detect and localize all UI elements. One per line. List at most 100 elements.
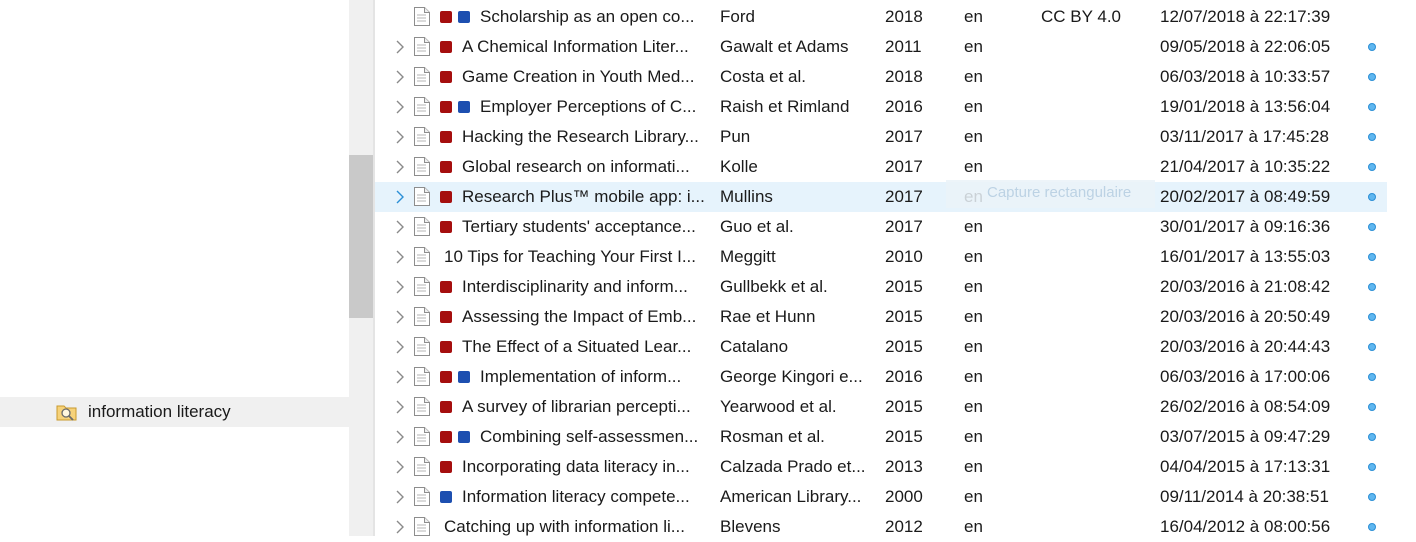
item-creator: Meggitt: [720, 247, 776, 266]
item-year: 2017: [885, 217, 923, 236]
item-date-added: 21/04/2017 à 10:35:22: [1160, 157, 1331, 176]
item-language: en: [964, 487, 983, 506]
item-title: Hacking the Research Library...: [462, 127, 699, 146]
item-language: en: [964, 427, 983, 446]
table-row[interactable]: Assessing the Impact of Emb... Rae et Hun…: [375, 302, 1387, 332]
item-title: Research Plus™ mobile app: i...: [462, 187, 705, 206]
tag-red-icon: [440, 311, 452, 323]
document-icon: [414, 427, 430, 446]
pane-splitter-scrollbar[interactable]: [349, 0, 375, 536]
tag-red-icon: [440, 161, 452, 173]
status-dot-icon: [1368, 373, 1376, 381]
table-row[interactable]: Research Plus™ mobile app: i... Mullins 20…: [375, 182, 1387, 212]
chevron-right-icon[interactable]: [395, 40, 405, 54]
item-date-added: 09/11/2014 à 20:38:51: [1160, 487, 1329, 506]
chevron-right-icon[interactable]: [395, 490, 405, 504]
chevron-right-icon[interactable]: [395, 430, 405, 444]
items-scrollbar[interactable]: [1387, 0, 1416, 536]
chevron-right-icon[interactable]: [395, 220, 405, 234]
document-icon: [414, 337, 430, 356]
table-row[interactable]: Interdisciplinarity and inform... Gullbek…: [375, 272, 1387, 302]
table-row[interactable]: A Chemical Information Liter... Gawalt et…: [375, 32, 1387, 62]
status-dot-icon: [1368, 403, 1376, 411]
chevron-right-icon[interactable]: [395, 250, 405, 264]
tag-red-icon: [440, 461, 452, 473]
document-icon: [414, 487, 430, 506]
table-row[interactable]: The Effect of a Situated Lear... Catalano…: [375, 332, 1387, 362]
document-icon: [414, 367, 430, 386]
item-year: 2017: [885, 127, 923, 146]
item-creator: Ford: [720, 7, 755, 26]
chevron-right-icon[interactable]: [395, 190, 405, 204]
table-row[interactable]: Tertiary students' acceptance... Guo et a…: [375, 212, 1387, 242]
item-date-added: 03/07/2015 à 09:47:29: [1160, 427, 1331, 446]
chevron-right-icon[interactable]: [395, 460, 405, 474]
item-creator: Mullins: [720, 187, 773, 206]
item-title: Global research on informati...: [462, 157, 690, 176]
status-dot-icon: [1368, 133, 1376, 141]
table-row[interactable]: Game Creation in Youth Med... Costa et al…: [375, 62, 1387, 92]
chevron-right-icon[interactable]: [395, 130, 405, 144]
item-title: Catching up with information li...: [444, 517, 685, 536]
chevron-right-icon[interactable]: [395, 160, 405, 174]
status-dot-icon: [1368, 493, 1376, 501]
item-language: en: [964, 127, 983, 146]
status-dot-icon: [1368, 43, 1376, 51]
document-icon: [414, 307, 430, 326]
item-year: 2015: [885, 307, 923, 326]
chevron-right-icon[interactable]: [395, 310, 405, 324]
table-row[interactable]: Information literacy compete... American …: [375, 482, 1387, 512]
chevron-right-icon[interactable]: [395, 280, 405, 294]
item-year: 2012: [885, 517, 923, 536]
tag-red-icon: [440, 101, 452, 113]
item-title: Incorporating data literacy in...: [462, 457, 690, 476]
item-year: 2016: [885, 97, 923, 116]
status-dot-icon: [1368, 523, 1376, 531]
status-dot-icon: [1368, 313, 1376, 321]
item-creator: Kolle: [720, 157, 758, 176]
item-creator: American Library...: [720, 487, 862, 506]
tag-red-icon: [440, 41, 452, 53]
collection-item-information-literacy[interactable]: information literacy: [0, 397, 349, 427]
table-row[interactable]: Scholarship as an open co... Ford 2018 en CC…: [375, 2, 1387, 32]
table-row[interactable]: Catching up with information li... Bleven…: [375, 512, 1387, 542]
item-creator: Gullbekk et al.: [720, 277, 828, 296]
collections-pane: information literacy: [0, 0, 349, 536]
item-date-added: 09/05/2018 à 22:06:05: [1160, 37, 1331, 56]
chevron-right-icon[interactable]: [395, 70, 405, 84]
chevron-right-icon[interactable]: [395, 100, 405, 114]
table-row[interactable]: Hacking the Research Library... Pun 2017 en…: [375, 122, 1387, 152]
item-title: Implementation of inform...: [480, 367, 682, 386]
chevron-right-icon[interactable]: [395, 370, 405, 384]
tag-red-icon: [440, 221, 452, 233]
tag-blue-icon: [458, 431, 470, 443]
item-creator: Guo et al.: [720, 217, 794, 236]
table-row[interactable]: Incorporating data literacy in... Calzada…: [375, 452, 1387, 482]
table-row[interactable]: Combining self-assessmen... Rosman et al.…: [375, 422, 1387, 452]
item-language: en: [964, 247, 983, 266]
item-date-added: 16/01/2017 à 13:55:03: [1160, 247, 1331, 266]
table-row[interactable]: Employer Perceptions of C... Raish et Rim…: [375, 92, 1387, 122]
chevron-right-icon[interactable]: [395, 340, 405, 354]
chevron-right-icon[interactable]: [395, 400, 405, 414]
document-icon: [414, 217, 430, 236]
item-title: Interdisciplinarity and inform...: [462, 277, 688, 296]
item-creator: Rosman et al.: [720, 427, 825, 446]
status-dot-icon: [1368, 343, 1376, 351]
tag-red-icon: [440, 71, 452, 83]
status-dot-icon: [1368, 193, 1376, 201]
item-year: 2010: [885, 247, 923, 266]
item-title: A Chemical Information Liter...: [462, 37, 689, 56]
item-date-added: 16/04/2012 à 08:00:56: [1160, 517, 1331, 536]
item-language: en: [964, 457, 983, 476]
item-title: Information literacy compete...: [462, 487, 690, 506]
table-row[interactable]: Global research on informati... Kolle 2017…: [375, 152, 1387, 182]
scrollbar-thumb[interactable]: [349, 155, 375, 318]
document-icon: [414, 247, 430, 266]
item-rights: CC BY 4.0: [1041, 7, 1122, 26]
table-row[interactable]: 10 Tips for Teaching Your First I... Megg…: [375, 242, 1387, 272]
table-row[interactable]: Implementation of inform... George Kingor…: [375, 362, 1387, 392]
item-title: Tertiary students' acceptance...: [462, 217, 696, 236]
chevron-right-icon[interactable]: [395, 520, 405, 534]
table-row[interactable]: A survey of librarian percepti... Yearwoo…: [375, 392, 1387, 422]
